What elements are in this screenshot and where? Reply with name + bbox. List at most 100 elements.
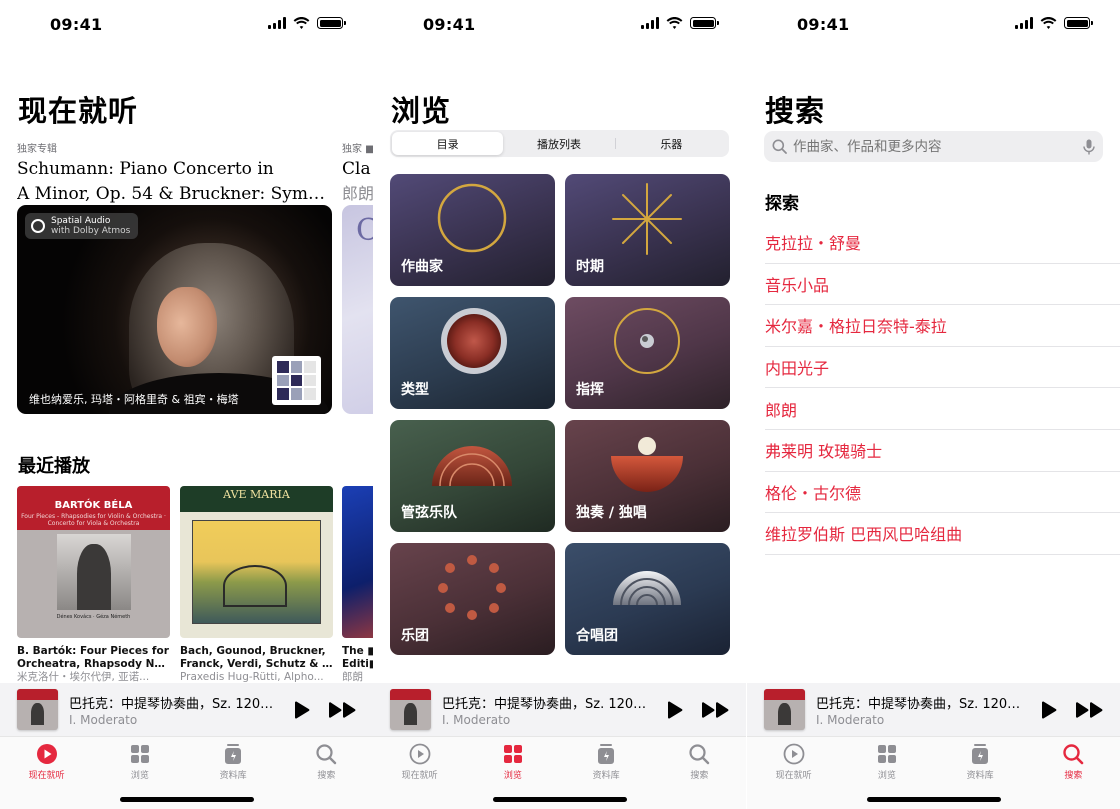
category-grid: 作曲家 时期 类型 指挥 管弦乐队 独奏 / 独唱 乐团 合唱团 [390, 174, 730, 655]
play-icon [668, 700, 683, 719]
page-title: 浏览 [391, 94, 452, 128]
cover-portrait [57, 534, 131, 610]
tab-label: 现在就听 [775, 771, 812, 781]
tab-listen-now[interactable]: 现在就听 [373, 737, 466, 809]
cover-title: BARTÓK BÉLA [54, 500, 133, 511]
play-circle-icon [36, 744, 57, 764]
cellular-signal-icon [268, 17, 286, 29]
feature-caption: 维也纳爱乐, 玛塔・阿格里奇 & 祖宾・梅塔 [29, 393, 239, 406]
badge-line2: with Dolby Atmos [51, 226, 131, 236]
cellular-signal-icon [1015, 17, 1033, 29]
search-icon [1063, 744, 1084, 765]
library-icon [598, 744, 615, 764]
explore-item[interactable]: 格伦・古尔德 [765, 472, 1120, 514]
microphone-icon[interactable] [1083, 139, 1095, 155]
peek-title: Cla [342, 159, 371, 179]
featured-album-artwork[interactable]: Spatial Audio with Dolby Atmos 维也纳爱乐, 玛塔… [17, 205, 332, 414]
cover-subtitle: Four Pieces - Rhapsodies for Violin & Or… [21, 513, 166, 527]
explore-list: 克拉拉・舒曼 音乐小品 米尔嘉・格拉日奈特-泰拉 内田光子 郎朗 弗莱明 玫瑰骑… [765, 222, 1120, 555]
cover-title: AVE MARIA [223, 488, 290, 501]
status-icons [641, 17, 719, 29]
explore-item[interactable]: 弗莱明 玫瑰骑士 [765, 430, 1120, 472]
wifi-icon [293, 17, 310, 29]
home-indicator[interactable] [866, 797, 1001, 802]
mini-player[interactable]: 巴托克：中提琴协奏曲，Sz. 120，... I. Moderato [373, 683, 746, 736]
tab-listen-now[interactable]: 现在就听 [0, 737, 93, 809]
segment-instruments[interactable]: 乐器 [616, 132, 727, 155]
recent-album-ave-maria[interactable]: AVE MARIA Bach, Gounod, Bruckner, Franck… [180, 486, 333, 684]
category-soloists[interactable]: 独奏 / 独唱 [565, 420, 730, 532]
mini-player-artwork[interactable] [17, 689, 58, 730]
segment-catalog[interactable]: 目录 [392, 132, 504, 155]
next-feature-peek[interactable]: 独家 ■ Cla 郎朗 [342, 140, 373, 204]
home-indicator[interactable] [492, 797, 627, 802]
cellular-signal-icon [641, 17, 659, 29]
mini-player-artwork[interactable] [764, 689, 805, 730]
category-periods[interactable]: 时期 [565, 174, 730, 286]
cover-names: Dénes Kovács · Géza Németh [56, 614, 131, 620]
album-cover[interactable]: BARTÓK BÉLA Four Pieces - Rhapsodies for… [17, 486, 170, 638]
grid-icon [503, 745, 522, 763]
explore-item[interactable]: 克拉拉・舒曼 [765, 222, 1120, 264]
album-cover[interactable]: AVE MARIA [180, 486, 333, 638]
featured-album-header[interactable]: 独家专辑 Schumann: Piano Concerto in A Minor… [17, 140, 332, 205]
feature-eyebrow: 独家专辑 [17, 144, 57, 155]
status-time: 09:41 [797, 15, 850, 34]
explore-item[interactable]: 维拉罗伯斯 巴西风巴哈组曲 [765, 513, 1120, 555]
battery-icon [317, 17, 346, 29]
tab-label: 现在就听 [401, 771, 438, 781]
mini-player[interactable]: 巴托克：中提琴协奏曲，Sz. 120，... I. Moderato [747, 683, 1120, 736]
explore-item[interactable]: 郎朗 [765, 388, 1120, 430]
mini-player[interactable]: 巴托克：中提琴协奏曲，Sz. 120，... I. Moderato [0, 683, 373, 736]
tab-label: 搜索 [1064, 771, 1083, 781]
explore-item[interactable]: 米尔嘉・格拉日奈特-泰拉 [765, 305, 1120, 347]
next-track-button[interactable] [1075, 698, 1105, 722]
next-track-button[interactable] [328, 698, 358, 722]
home-indicator[interactable] [119, 797, 254, 802]
category-label: 作曲家 [401, 259, 443, 275]
category-label: 类型 [401, 382, 429, 398]
recent-album-bartok[interactable]: BARTÓK BÉLA Four Pieces - Rhapsodies for… [17, 486, 170, 684]
search-icon [316, 744, 337, 765]
category-genres[interactable]: 类型 [390, 297, 555, 409]
browse-screen: 09:41 浏览 目录 播放列表 乐器 作曲家 时期 类型 指挥 管弦乐队 独奏… [373, 0, 746, 809]
mini-player-title: 巴托克：中提琴协奏曲，Sz. 120，... [442, 696, 655, 712]
explore-item[interactable]: 音乐小品 [765, 264, 1120, 306]
next-feature-artwork[interactable] [342, 205, 373, 414]
category-conductors[interactable]: 指挥 [565, 297, 730, 409]
segment-playlists[interactable]: 播放列表 [503, 132, 614, 155]
tab-search[interactable]: 搜索 [280, 737, 373, 809]
play-icon [1042, 700, 1057, 719]
next-track-button[interactable] [701, 698, 731, 722]
status-bar: 09:41 [373, 0, 746, 50]
category-orchestras[interactable]: 管弦乐队 [390, 420, 555, 532]
play-button[interactable] [290, 698, 314, 722]
tab-search[interactable]: 搜索 [1027, 737, 1120, 809]
explore-item[interactable]: 内田光子 [765, 347, 1120, 389]
tab-search[interactable]: 搜索 [653, 737, 746, 809]
play-button[interactable] [663, 698, 687, 722]
spatial-audio-badge: Spatial Audio with Dolby Atmos [25, 213, 139, 239]
tab-listen-now[interactable]: 现在就听 [747, 737, 840, 809]
tab-label: 资料库 [219, 771, 247, 781]
tab-label: 资料库 [966, 771, 994, 781]
browse-segmented-control: 目录 播放列表 乐器 [390, 130, 729, 157]
search-bar[interactable] [764, 131, 1103, 162]
album-cover[interactable] [342, 486, 373, 638]
category-composers[interactable]: 作曲家 [390, 174, 555, 286]
feature-title-line1: Schumann: Piano Concerto in [17, 159, 274, 179]
category-ensembles[interactable]: 乐团 [390, 543, 555, 655]
recent-title: B. Bartók: Four Pieces for Orcheatra, Rh… [17, 645, 170, 670]
badge-line1: Spatial Audio [51, 216, 111, 226]
play-button[interactable] [1037, 698, 1061, 722]
forward-icon [702, 701, 729, 718]
grid-icon [877, 745, 896, 763]
category-label: 时期 [576, 259, 604, 275]
mini-player-artwork[interactable] [390, 689, 431, 730]
category-choirs[interactable]: 合唱团 [565, 543, 730, 655]
search-input[interactable] [793, 138, 1083, 155]
explore-title: 探索 [765, 194, 799, 214]
recent-album-peek[interactable]: The ■ Editi■ 郎朗 [342, 486, 373, 684]
page-title: 现在就听 [18, 94, 139, 128]
category-label: 指挥 [576, 382, 604, 398]
